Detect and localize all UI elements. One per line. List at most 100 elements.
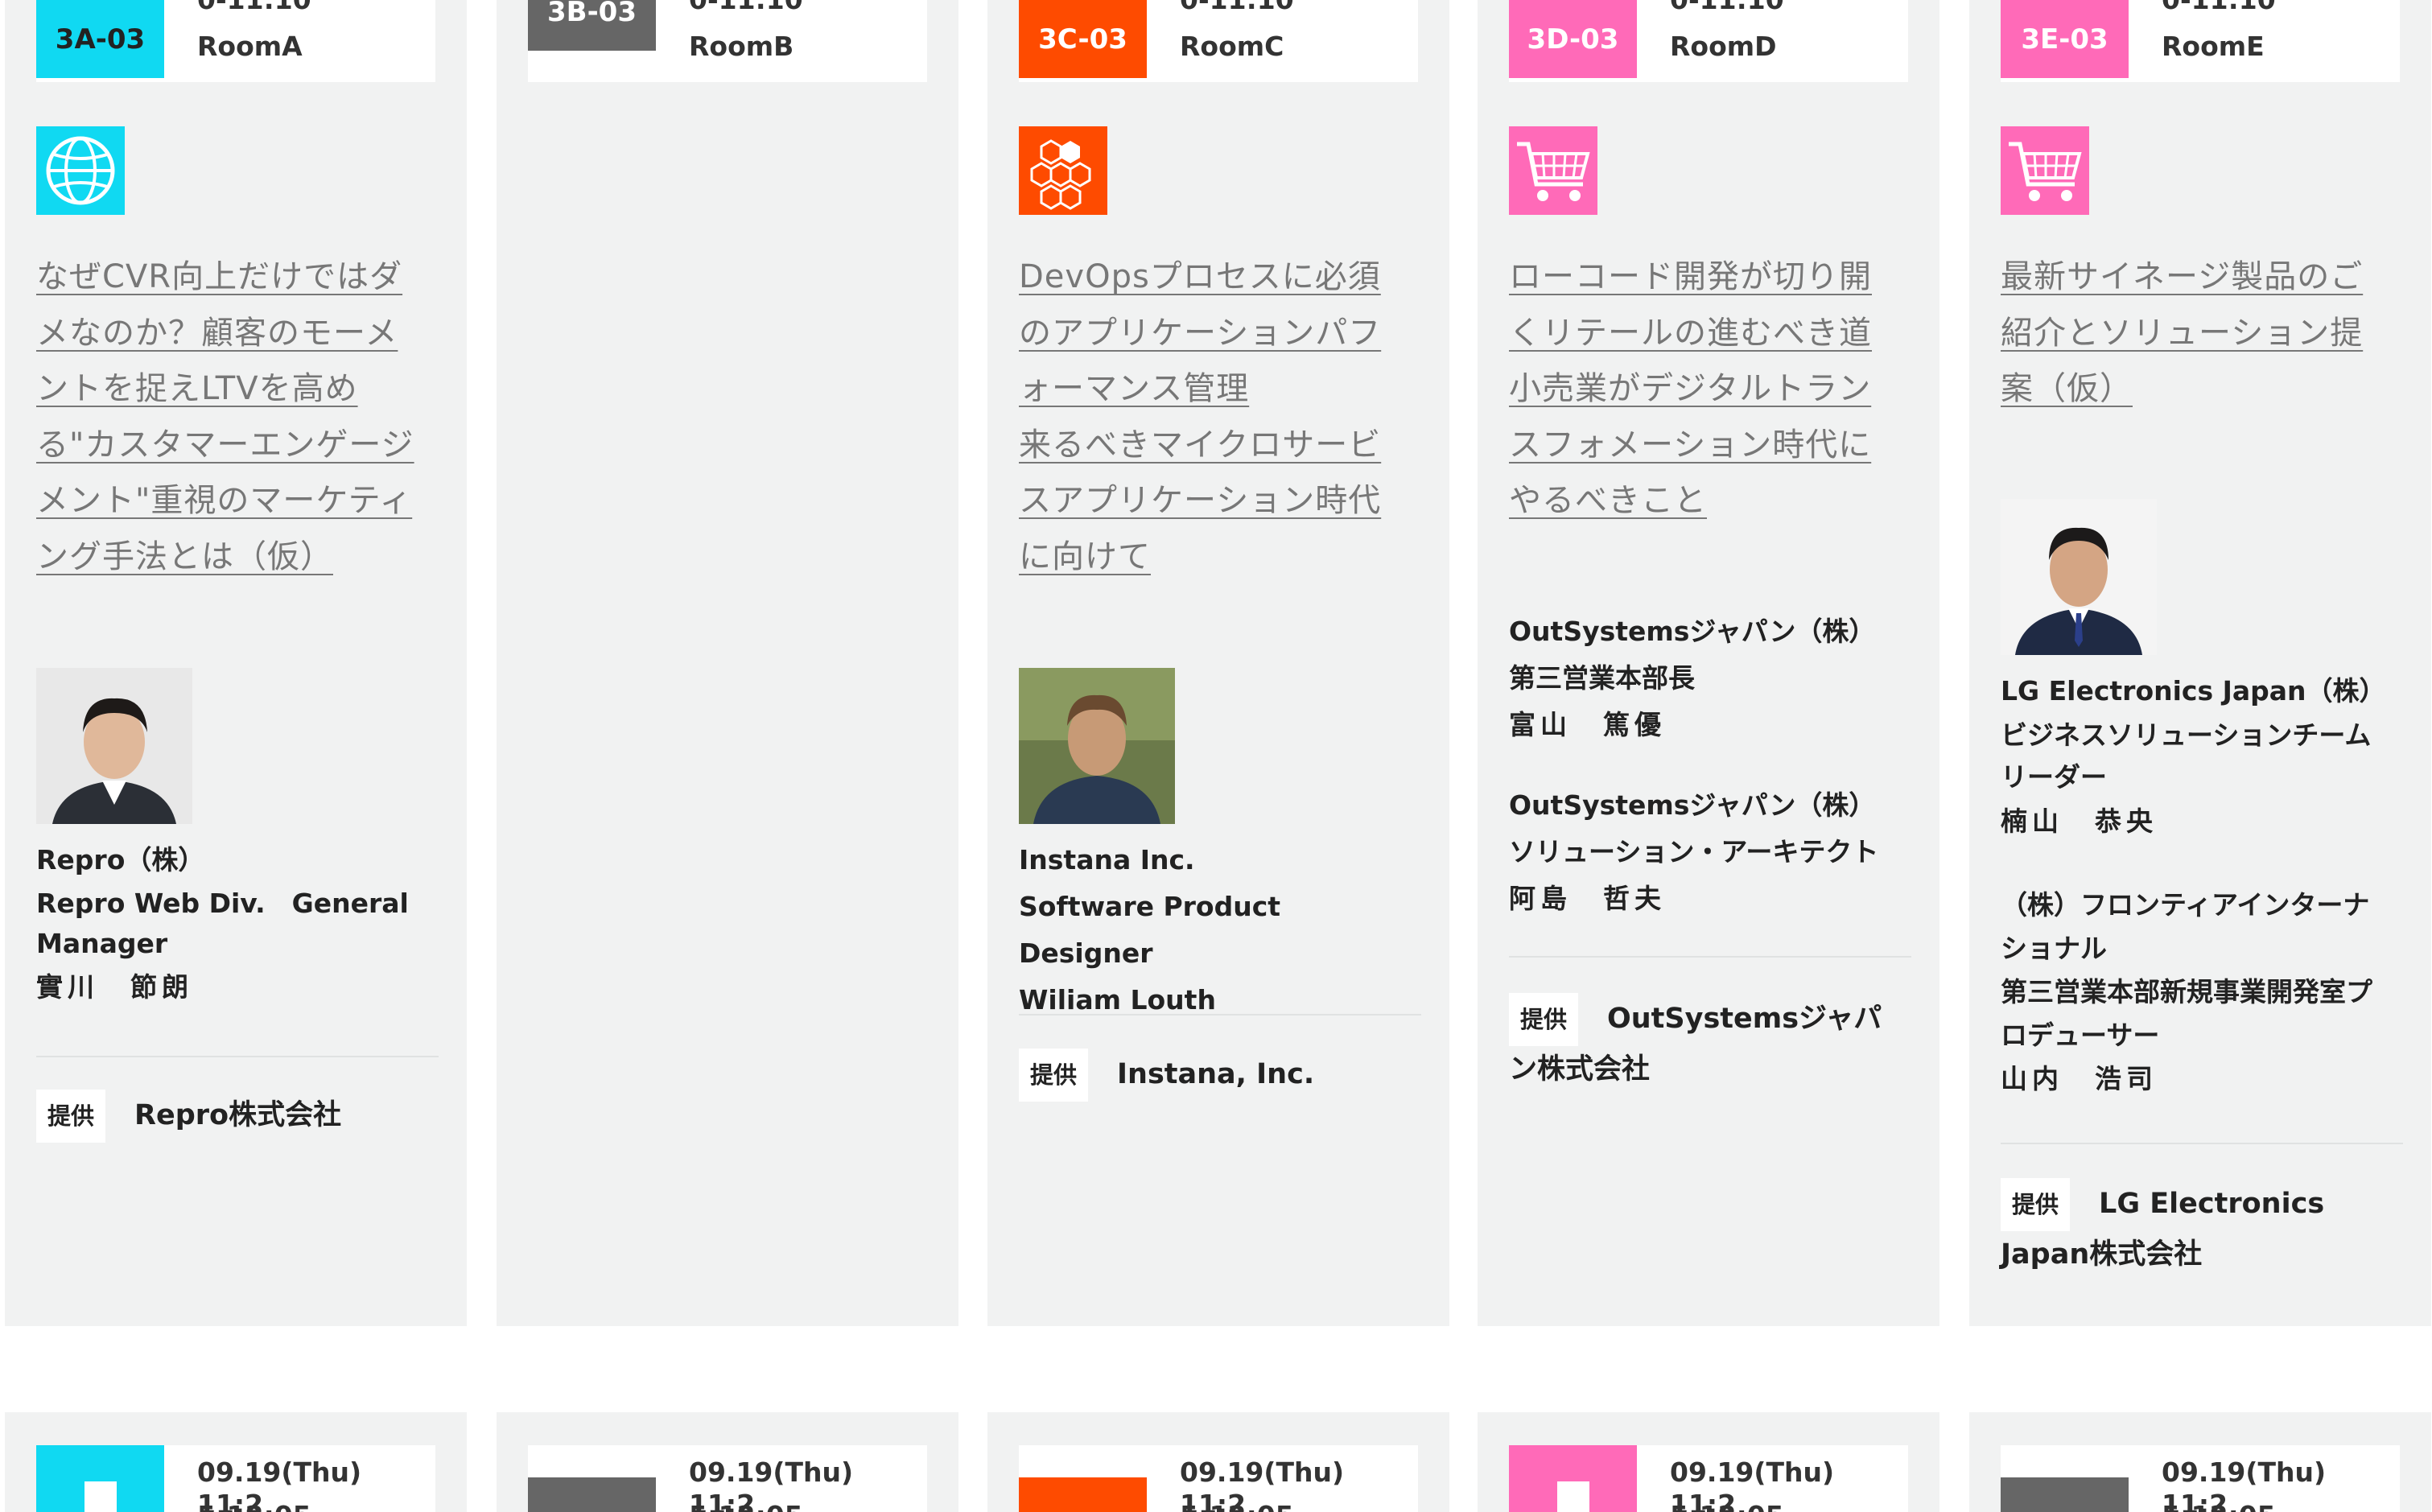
sponsor-name-line: OutSystemsジャパ (1607, 1003, 1882, 1035)
speaker-info: Instana Inc. Software Product Designer W… (1019, 837, 1421, 1024)
sponsor-name: Repro株式会社 (134, 1099, 342, 1131)
session-code-badge (2001, 1477, 2129, 1512)
session-card-next: 09.19(Thu) 11:2 5-12:05 (1478, 1412, 1939, 1512)
sponsor-name-line: Japan株式会社 (2001, 1238, 2203, 1271)
speaker-role-line: ビジネスソリューションチーム (2001, 719, 2372, 751)
speaker-name: 實川 節朗 (36, 971, 193, 1003)
title-line[interactable]: 小売業がデジタルトラン (1509, 361, 1911, 418)
speaker-photo (36, 668, 192, 824)
session-time-end: 5-12:05 (2162, 1500, 2276, 1512)
session-time-end: 5-12:05 (689, 1500, 803, 1512)
speaker-name: 楠山 恭央 (2001, 805, 2158, 837)
speaker-photo (1019, 668, 1175, 824)
title-line[interactable]: メント"重視のマーケティ (36, 473, 439, 529)
session-code-badge: 3D-03 (1509, 0, 1637, 78)
speaker-role-line: ロデューサー (2001, 1020, 2160, 1051)
title-line[interactable]: に向けて (1019, 529, 1421, 586)
session-card-3a-03: 3A-03 0-11:10 RoomA なぜCVR向上だけではダ メなのか？顧客… (5, 0, 467, 1326)
divider (36, 1056, 439, 1057)
session-header: 09.19(Thu) 11:2 5-12:05 (1019, 1445, 1418, 1512)
speaker-role: Software Product Designer (1019, 891, 1281, 969)
title-line[interactable]: 紹介とソリューション提 (2001, 306, 2403, 362)
speaker-role-line: ショナル (2001, 933, 2107, 964)
session-header: 3E-03 0-11:10 RoomE (2001, 0, 2400, 82)
session-card-3c-03: 3C-03 0-11:10 RoomC DevOpsプロセスに必須 のアプリケー… (987, 0, 1449, 1326)
session-header: 3B-03 0-11:10 RoomB (528, 0, 927, 82)
sponsor-badge: 提供 (36, 1090, 106, 1143)
session-time: 0-11:10 (2162, 0, 2276, 16)
session-code-badge: 3A-03 (36, 0, 164, 78)
title-line[interactable]: ローコード開発が切り開 (1509, 249, 1911, 306)
session-card-next: 09.19(Thu) 11:2 5-12:05 (497, 1412, 958, 1512)
speaker-info: Repro（株） Repro Web Div. General Manager … (36, 837, 439, 1011)
session-card-3b-03: 3B-03 0-11:10 RoomB (497, 0, 958, 1326)
title-line[interactable]: ントを捉えLTVを高め (36, 361, 439, 418)
title-line[interactable]: ォーマンス管理 (1019, 361, 1421, 418)
session-room: RoomA (197, 31, 303, 62)
title-line[interactable]: る"カスタマーエンゲージ (36, 418, 439, 474)
session-header: 09.19(Thu) 11:2 5-12:05 (528, 1445, 927, 1512)
title-line[interactable]: 最新サイネージ製品のご (2001, 249, 2403, 306)
session-room: RoomD (1670, 31, 1777, 62)
speaker-info: （株）フロンティアインターナ ショナル 第三営業本部新規事業開発室プ ロデューサ… (2001, 884, 2403, 1101)
title-line[interactable]: 案（仮） (2001, 361, 2403, 418)
speaker-role-line: Manager (36, 928, 168, 959)
title-line[interactable]: やるべきこと (1509, 473, 1911, 529)
session-time: 0-11:10 (197, 0, 311, 16)
title-line[interactable]: のアプリケーションパフ (1019, 306, 1421, 362)
session-title-link[interactable]: なぜCVR向上だけではダ メなのか？顧客のモーメ ントを捉えLTVを高め る"カ… (36, 249, 439, 585)
session-room: RoomE (2162, 31, 2265, 62)
title-line[interactable]: ング手法とは（仮） (36, 529, 439, 586)
title-line[interactable]: くリテールの進むべき道 (1509, 306, 1911, 362)
session-code-badge (1019, 1477, 1147, 1512)
speaker-name: Wiliam Louth (1019, 984, 1216, 1016)
session-time-end: 5-12:05 (1670, 1500, 1784, 1512)
session-title-link[interactable]: 最新サイネージ製品のご 紹介とソリューション提 案（仮） (2001, 249, 2403, 418)
shopping-cart-icon (1509, 126, 1597, 215)
session-card-next: 09.19(Thu) 11:2 5-12:05 (5, 1412, 467, 1512)
speaker-info: OutSystemsジャパン（株） ソリューション・アーキテクト 阿島 哲夫 (1509, 782, 1911, 922)
speaker-role: ビジネスソリューションチーム リーダー (2001, 715, 2403, 798)
sponsor-name-line: ン株式会社 (1509, 1053, 1651, 1086)
session-card-3d-03: 3D-03 0-11:10 RoomD ローコード開発が切り開 くリテールの進む… (1478, 0, 1939, 1326)
sponsor-name-line: LG Electronics (2099, 1188, 2325, 1220)
session-card-next: 09.19(Thu) 11:2 5-12:05 (1969, 1412, 2431, 1512)
speaker-name: 富山 篤優 (1509, 709, 1666, 740)
session-header: 3D-03 0-11:10 RoomD (1509, 0, 1908, 82)
speaker-company: （株）フロンティアインターナ (2001, 889, 2370, 921)
title-line[interactable]: 来るべきマイクロサービ (1019, 418, 1421, 474)
sponsor: 提供 Instana, Inc. (1019, 1049, 1421, 1102)
shopping-cart-icon (2001, 126, 2089, 215)
divider (1019, 1014, 1421, 1016)
speaker-company: Repro（株） (36, 844, 205, 875)
speaker-role: Repro Web Div. General Manager (36, 884, 439, 964)
session-header: 09.19(Thu) 11:2 5-12:05 (2001, 1445, 2400, 1512)
title-line[interactable]: メなのか？顧客のモーメ (36, 306, 439, 362)
speaker-info: LG Electronics Japan（株） ビジネスソリューションチーム リ… (2001, 668, 2403, 845)
session-code-badge: 3B-03 (528, 0, 656, 51)
hexagon-cluster-icon (1019, 126, 1107, 215)
session-time-end: 5-12:05 (1180, 1500, 1294, 1512)
session-room: RoomC (1180, 31, 1284, 62)
session-time-end: 5-12:05 (197, 1500, 311, 1512)
session-header: 3A-03 0-11:10 RoomA (36, 0, 435, 82)
title-line[interactable]: スフォメーション時代に (1509, 418, 1911, 474)
session-title-link[interactable]: DevOpsプロセスに必須 のアプリケーションパフ ォーマンス管理 来るべきマイ… (1019, 249, 1421, 585)
sponsor: 提供 Repro株式会社 (36, 1090, 439, 1143)
divider (2001, 1143, 2403, 1144)
divider (1509, 956, 1911, 958)
sponsor-name: Instana, Inc. (1117, 1058, 1315, 1090)
session-code-badge: 3E-03 (2001, 0, 2129, 78)
title-line[interactable]: なぜCVR向上だけではダ (36, 249, 439, 306)
title-line[interactable]: DevOpsプロセスに必須 (1019, 249, 1421, 306)
speaker-role-line: 第三営業本部新規事業開発室プ (2001, 976, 2372, 1007)
speaker-company: OutSystemsジャパン（株） (1509, 616, 1876, 647)
session-time: 0-11:10 (1670, 0, 1784, 16)
speaker-role: ソリューション・アーキテクト (1509, 836, 1879, 867)
speaker-photo (2001, 499, 2157, 655)
title-line[interactable]: スアプリケーション時代 (1019, 473, 1421, 529)
session-header: 3C-03 0-11:10 RoomC (1019, 0, 1418, 82)
session-time: 0-11:10 (1180, 0, 1294, 16)
session-title-link[interactable]: ローコード開発が切り開 くリテールの進むべき道 小売業がデジタルトラン スフォメ… (1509, 249, 1911, 529)
speaker-name: 阿島 哲夫 (1509, 883, 1666, 914)
